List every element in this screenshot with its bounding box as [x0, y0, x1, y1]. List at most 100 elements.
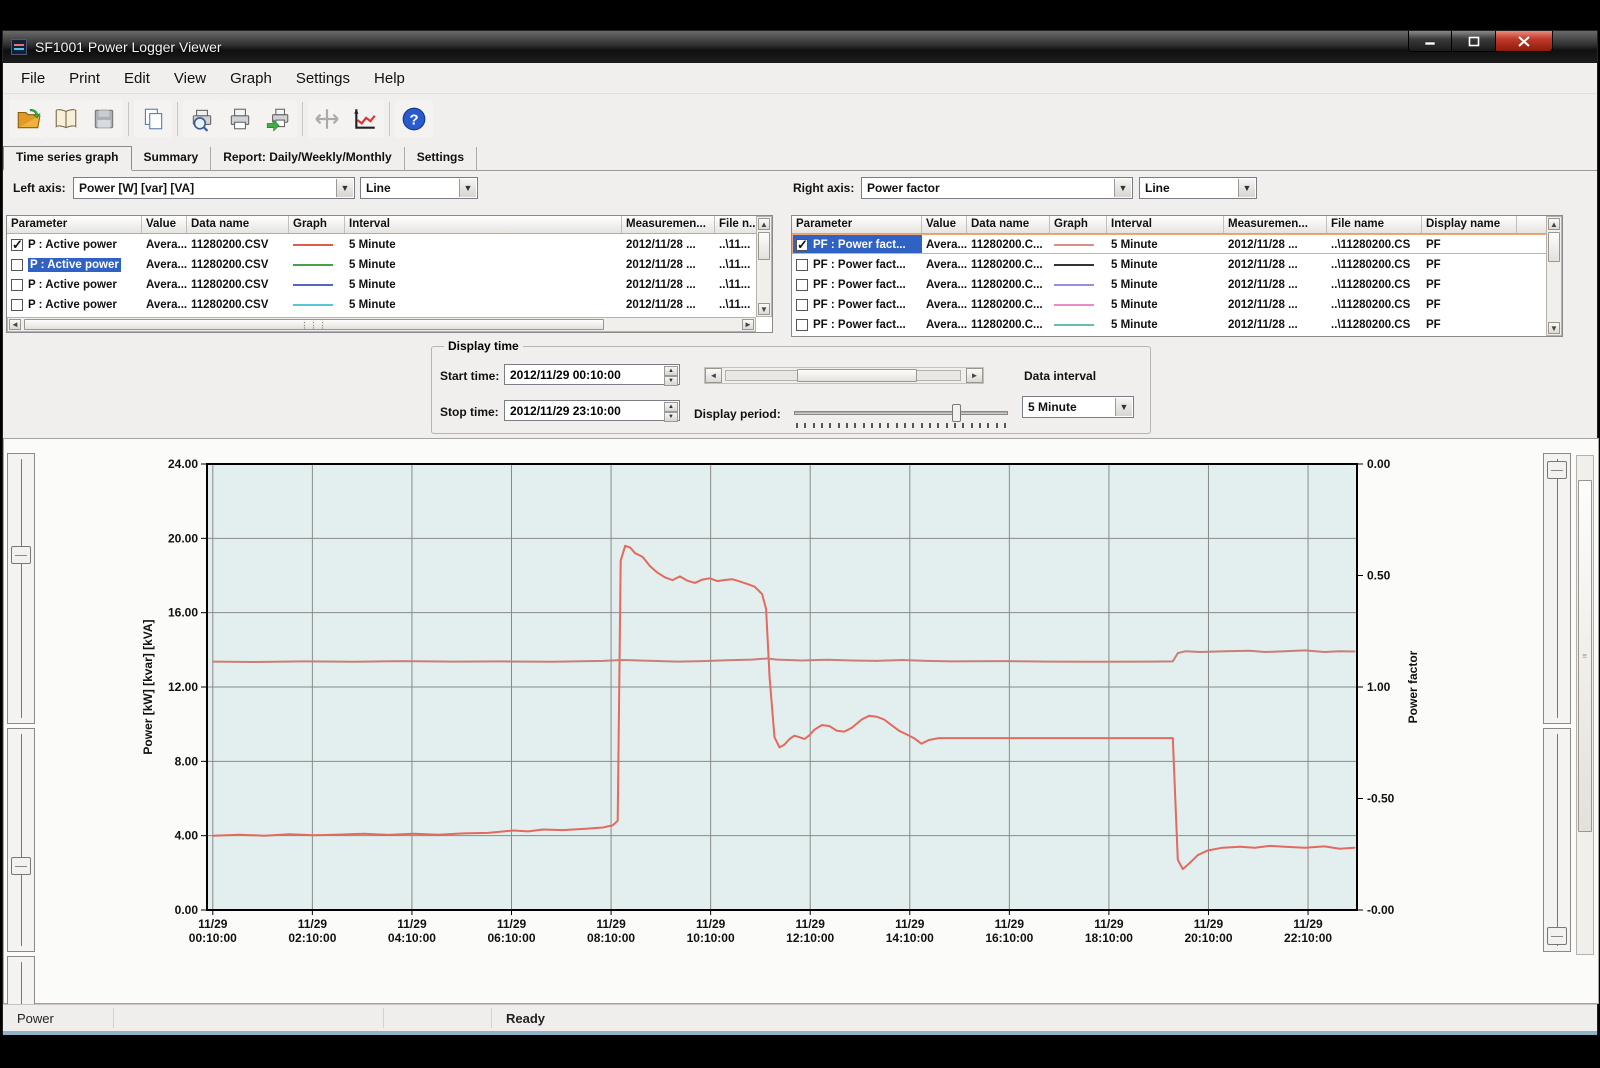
column-header-4[interactable]: Interval — [1107, 216, 1224, 233]
stop-time-spinner[interactable]: ▲▼ — [664, 402, 678, 419]
tab-summary[interactable]: Summary — [132, 147, 212, 171]
row-checkbox[interactable] — [796, 319, 808, 331]
left-axis-lower-slider[interactable] — [7, 728, 35, 952]
table-row[interactable]: PF : Power fact...Avera...11280200.C...5… — [792, 314, 1562, 334]
table-vertical-scrollbar[interactable]: ▲▼ — [756, 216, 772, 317]
data-interval-select[interactable]: 5 Minute ▼ — [1022, 396, 1134, 418]
column-header-0[interactable]: Parameter — [7, 216, 142, 233]
table-vertical-scrollbar[interactable]: ▲▼ — [1546, 216, 1562, 336]
spin-down-icon[interactable]: ▼ — [664, 376, 678, 386]
column-header-6[interactable]: File n... — [715, 216, 757, 233]
scroll-down-icon[interactable]: ▼ — [1548, 322, 1560, 334]
table-horizontal-scrollbar[interactable]: ◄⋮⋮⋮► — [7, 317, 756, 332]
right-axis-lower-slider[interactable] — [1543, 728, 1571, 952]
column-header-5[interactable]: Measuremen... — [1224, 216, 1327, 233]
left-axis-select[interactable]: Power [W] [var] [VA] ▼ — [73, 177, 355, 199]
table-row[interactable]: P : Active powerAvera...11280200.CSV5 Mi… — [7, 294, 772, 314]
print-export-button[interactable] — [259, 100, 297, 138]
close-button[interactable] — [1496, 31, 1553, 52]
menu-item-settings[interactable]: Settings — [284, 66, 362, 91]
spin-up-icon[interactable]: ▲ — [664, 402, 678, 412]
column-header-3[interactable]: Graph — [1050, 216, 1107, 233]
column-header-6[interactable]: File name — [1327, 216, 1422, 233]
display-period-thumb[interactable] — [952, 404, 961, 422]
column-header-1[interactable]: Value — [922, 216, 967, 233]
slider-thumb[interactable] — [11, 546, 31, 564]
scroll-left-icon[interactable]: ◄ — [705, 368, 722, 383]
tab-report-daily-weekly-monthly[interactable]: Report: Daily/Weekly/Monthly — [211, 147, 404, 171]
display-period-slider[interactable] — [794, 411, 1008, 415]
scroll-up-icon[interactable]: ▲ — [1548, 218, 1560, 230]
scroll-right-icon[interactable]: ► — [742, 319, 754, 330]
start-time-field[interactable]: 2012/11/29 00:10:00 ▲▼ — [504, 364, 680, 385]
scroll-down-icon[interactable]: ▼ — [758, 303, 770, 315]
chevron-down-icon[interactable]: ▼ — [1238, 179, 1255, 197]
spin-down-icon[interactable]: ▼ — [664, 412, 678, 422]
time-window-scrollbar[interactable]: ◄ ► — [704, 367, 984, 384]
scroll-right-icon[interactable]: ► — [966, 368, 983, 383]
menu-item-edit[interactable]: Edit — [112, 66, 162, 91]
chart-vertical-scrollbar[interactable]: ≡ — [1576, 455, 1594, 955]
row-checkbox[interactable] — [11, 259, 23, 271]
table-row[interactable]: P : Active powerAvera...11280200.CSV5 Mi… — [7, 254, 772, 274]
menu-item-help[interactable]: Help — [362, 66, 417, 91]
maximize-button[interactable] — [1452, 31, 1496, 52]
print-preview-button[interactable] — [183, 100, 221, 138]
scrollbar-thumb[interactable]: ⋮⋮⋮ — [24, 319, 604, 330]
help-button[interactable]: ? — [395, 100, 433, 138]
row-checkbox[interactable] — [796, 299, 808, 311]
menu-item-graph[interactable]: Graph — [218, 66, 284, 91]
row-checkbox[interactable] — [796, 279, 808, 291]
stop-time-field[interactable]: 2012/11/29 23:10:00 ▲▼ — [504, 400, 680, 421]
table-row[interactable]: PF : Power fact...Avera...11280200.C...5… — [792, 294, 1562, 314]
chevron-down-icon[interactable]: ▼ — [459, 179, 476, 197]
chevron-down-icon[interactable]: ▼ — [336, 179, 353, 197]
table-row[interactable]: P : Active powerAvera...11280200.CSV5 Mi… — [7, 274, 772, 294]
left-style-select[interactable]: Line ▼ — [360, 177, 478, 199]
save-button[interactable] — [85, 100, 123, 138]
slider-thumb[interactable] — [1547, 927, 1567, 945]
open-file-button[interactable] — [9, 100, 47, 138]
column-header-1[interactable]: Value — [142, 216, 187, 233]
table-row[interactable]: PF : Power fact...Avera...11280200.C...5… — [792, 274, 1562, 294]
scrollbar-thumb[interactable] — [758, 232, 770, 260]
column-header-7[interactable]: Display name — [1422, 216, 1517, 233]
graph-settings-button[interactable] — [346, 100, 384, 138]
print-button[interactable] — [221, 100, 259, 138]
row-checkbox[interactable] — [796, 239, 808, 251]
column-header-5[interactable]: Measuremen... — [622, 216, 715, 233]
row-checkbox[interactable] — [11, 299, 23, 311]
open-book-button[interactable] — [47, 100, 85, 138]
column-header-0[interactable]: Parameter — [792, 216, 922, 233]
slider-thumb[interactable] — [1547, 461, 1567, 479]
scroll-up-icon[interactable]: ▲ — [758, 218, 770, 230]
row-checkbox[interactable] — [796, 259, 808, 271]
tab-settings[interactable]: Settings — [405, 147, 477, 171]
left-axis-upper-slider[interactable] — [7, 453, 35, 724]
row-checkbox[interactable] — [11, 239, 23, 251]
column-header-3[interactable]: Graph — [289, 216, 345, 233]
pan-horizontal-button[interactable] — [308, 100, 346, 138]
column-header-4[interactable]: Interval — [345, 216, 622, 233]
title-bar[interactable]: SF1001 Power Logger Viewer — [3, 31, 1597, 63]
slider-thumb[interactable] — [11, 857, 31, 875]
column-header-2[interactable]: Data name — [967, 216, 1050, 233]
column-header-2[interactable]: Data name — [187, 216, 289, 233]
chevron-down-icon[interactable]: ▼ — [1115, 398, 1132, 416]
start-time-spinner[interactable]: ▲▼ — [664, 366, 678, 383]
minimize-button[interactable] — [1408, 31, 1452, 52]
scrollbar-thumb[interactable]: ≡ — [1578, 480, 1592, 832]
chevron-down-icon[interactable]: ▼ — [1114, 179, 1131, 197]
menu-item-print[interactable]: Print — [57, 66, 112, 91]
menu-item-file[interactable]: File — [9, 66, 57, 91]
table-row[interactable]: PF : Power fact...Avera...11280200.C...5… — [792, 254, 1562, 274]
right-style-select[interactable]: Line ▼ — [1139, 177, 1257, 199]
copy-button[interactable] — [134, 100, 172, 138]
right-axis-select[interactable]: Power factor ▼ — [861, 177, 1133, 199]
scrollbar-thumb[interactable] — [797, 369, 917, 382]
spin-up-icon[interactable]: ▲ — [664, 366, 678, 376]
tab-time-series-graph[interactable]: Time series graph — [3, 146, 132, 171]
table-row[interactable]: P : Active powerAvera...11280200.CSV5 Mi… — [7, 234, 772, 254]
menu-item-view[interactable]: View — [162, 66, 218, 91]
table-row[interactable]: PF : Power fact...Avera...11280200.C...5… — [792, 234, 1562, 254]
